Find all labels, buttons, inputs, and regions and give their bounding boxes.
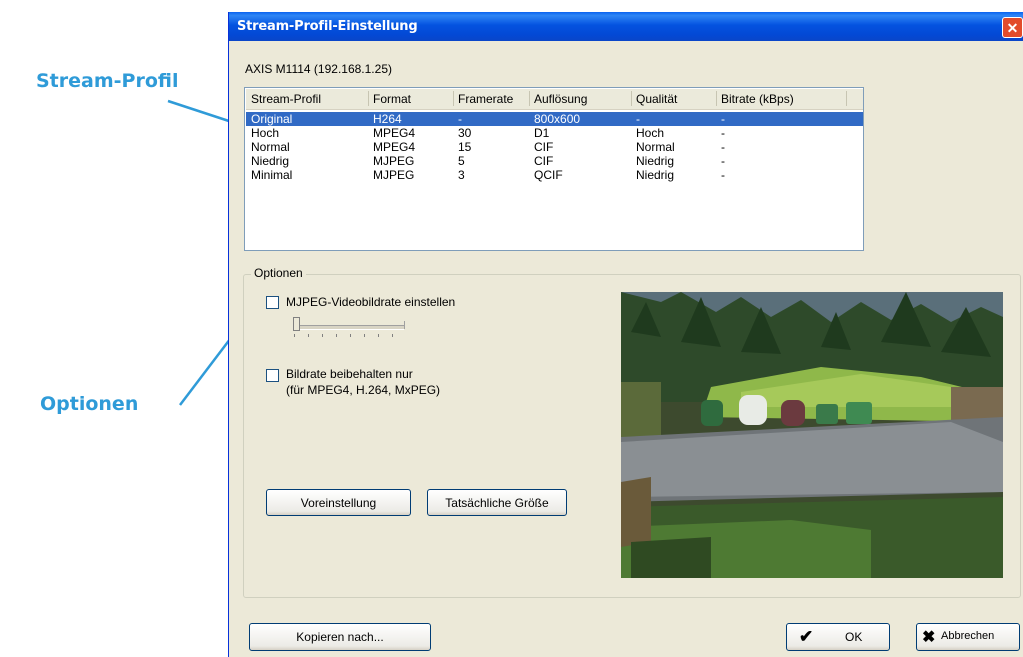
table-row[interactable]: Original H264 - 800x600 - - bbox=[246, 112, 863, 126]
cell-framerate: 30 bbox=[458, 126, 472, 140]
camera-preview-image bbox=[621, 292, 1003, 578]
cell-framerate: 5 bbox=[458, 154, 465, 168]
table-row[interactable]: Normal MPEG4 15 CIF Normal - bbox=[246, 140, 863, 154]
cell-framerate: - bbox=[458, 112, 462, 126]
cell-profile: Minimal bbox=[251, 168, 293, 182]
slider-tick bbox=[322, 334, 323, 337]
cell-format: MJPEG bbox=[373, 168, 415, 182]
cell-profile: Normal bbox=[251, 140, 290, 154]
cell-quality: Niedrig bbox=[636, 154, 675, 168]
slider-tick bbox=[378, 334, 379, 337]
table-row[interactable]: Minimal MJPEG 3 QCIF Niedrig - bbox=[246, 168, 863, 182]
cell-quality: Hoch bbox=[636, 126, 665, 140]
cell-bitrate: - bbox=[721, 140, 725, 154]
slider-tick bbox=[294, 334, 295, 337]
cell-profile: Hoch bbox=[251, 126, 280, 140]
slider-tick bbox=[336, 334, 337, 337]
cancel-button[interactable]: ✖ Abbrechen bbox=[916, 623, 1020, 651]
cell-framerate: 15 bbox=[458, 140, 472, 154]
cell-format: MPEG4 bbox=[373, 126, 416, 140]
table-row[interactable]: Niedrig MJPEG 5 CIF Niedrig - bbox=[246, 154, 863, 168]
dialog-title: Stream-Profil-Einstellung bbox=[237, 19, 418, 34]
cross-icon: ✖ bbox=[922, 629, 936, 646]
cell-resolution: 800x600 bbox=[534, 112, 581, 126]
copy-to-button[interactable]: Kopieren nach... bbox=[249, 623, 431, 651]
slider-end-tick bbox=[404, 321, 405, 329]
cell-resolution: QCIF bbox=[534, 168, 563, 182]
cell-bitrate: - bbox=[721, 154, 725, 168]
column-header-framerate[interactable]: Framerate bbox=[458, 92, 513, 106]
framerate-slider-thumb[interactable] bbox=[293, 317, 300, 331]
slider-tick bbox=[392, 334, 393, 337]
stream-profile-list[interactable]: Stream-Profil Format Framerate Auflösung… bbox=[244, 87, 864, 251]
title-bar[interactable]: Stream-Profil-Einstellung ✕ bbox=[229, 12, 1023, 41]
cell-quality: Normal bbox=[636, 140, 675, 154]
table-row[interactable]: Hoch MPEG4 30 D1 Hoch - bbox=[246, 126, 863, 140]
mjpeg-framerate-label[interactable]: MJPEG-Videobildrate einstellen bbox=[286, 295, 455, 309]
cell-format: H264 bbox=[373, 112, 402, 126]
cell-profile: Original bbox=[251, 112, 293, 126]
cell-bitrate: - bbox=[721, 168, 725, 182]
column-header-resolution[interactable]: Auflösung bbox=[534, 92, 587, 106]
keep-framerate-label[interactable]: Bildrate beibehalten nur bbox=[286, 367, 413, 381]
keep-framerate-sublabel: (für MPEG4, H.264, MxPEG) bbox=[286, 383, 441, 397]
close-button[interactable]: ✕ bbox=[1002, 17, 1023, 38]
checkmark-icon: ✔ bbox=[799, 627, 814, 646]
column-header-bitrate[interactable]: Bitrate (kBps) bbox=[721, 92, 794, 106]
cell-resolution: D1 bbox=[534, 126, 550, 140]
slider-tick bbox=[308, 334, 309, 337]
framerate-slider-track[interactable] bbox=[294, 325, 404, 330]
column-header-quality[interactable]: Qualität bbox=[636, 92, 677, 106]
cell-format: MPEG4 bbox=[373, 140, 416, 154]
device-label: AXIS M1114 (192.168.1.25) bbox=[245, 62, 392, 76]
cell-framerate: 3 bbox=[458, 168, 465, 182]
stream-profile-dialog: Stream-Profil-Einstellung ✕ AXIS M1114 (… bbox=[228, 12, 1023, 657]
cancel-label: Abbrechen bbox=[941, 630, 995, 642]
cell-quality: - bbox=[636, 112, 640, 126]
cell-bitrate: - bbox=[721, 126, 725, 140]
ok-button[interactable]: ✔ OK bbox=[786, 623, 890, 651]
default-button[interactable]: Voreinstellung bbox=[266, 489, 411, 516]
list-header: Stream-Profil Format Framerate Auflösung… bbox=[246, 89, 863, 110]
slider-tick bbox=[364, 334, 365, 337]
cell-profile: Niedrig bbox=[251, 154, 290, 168]
column-header-format[interactable]: Format bbox=[373, 92, 411, 106]
cell-format: MJPEG bbox=[373, 154, 415, 168]
close-icon: ✕ bbox=[1006, 20, 1019, 36]
actual-size-button[interactable]: Tatsächliche Größe bbox=[427, 489, 567, 516]
ok-label: OK bbox=[845, 630, 863, 644]
camera-preview-drawing bbox=[621, 292, 1003, 578]
keep-framerate-checkbox[interactable] bbox=[266, 369, 279, 382]
options-legend: Optionen bbox=[251, 266, 306, 280]
mjpeg-framerate-checkbox[interactable] bbox=[266, 296, 279, 309]
cell-resolution: CIF bbox=[534, 140, 554, 154]
column-header-stream-profile[interactable]: Stream-Profil bbox=[251, 92, 321, 106]
slider-tick bbox=[350, 334, 351, 337]
cell-resolution: CIF bbox=[534, 154, 554, 168]
cell-bitrate: - bbox=[721, 112, 725, 126]
cell-quality: Niedrig bbox=[636, 168, 675, 182]
